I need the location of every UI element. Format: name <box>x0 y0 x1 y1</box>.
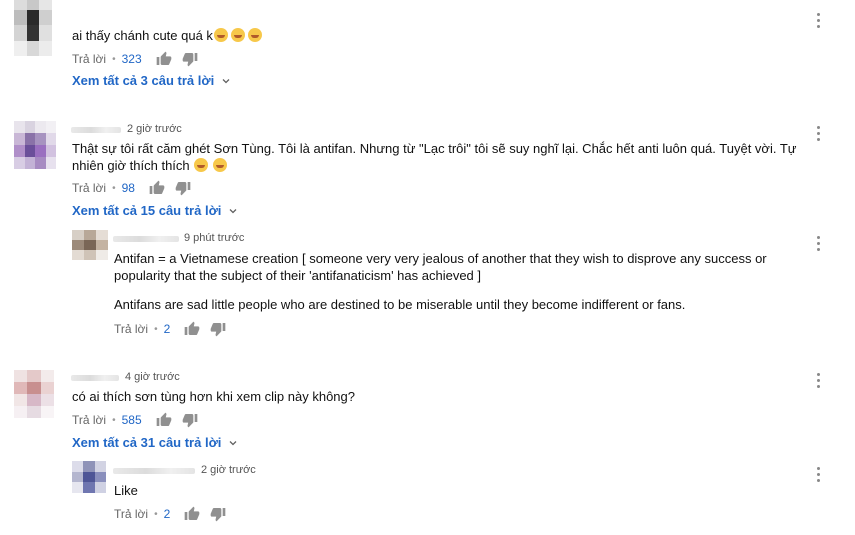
avatar[interactable] <box>14 370 54 418</box>
thumb-up-icon[interactable] <box>184 321 200 337</box>
separator-dot: • <box>112 53 116 65</box>
laughing-emoji-icon <box>230 28 245 42</box>
like-count: 2 <box>163 507 171 521</box>
smile-emoji-icon <box>212 158 227 172</box>
chevron-down-icon <box>227 205 239 217</box>
more-vert-icon[interactable] <box>815 13 821 31</box>
thumb-up-icon[interactable] <box>156 51 172 67</box>
thumb-up-icon[interactable] <box>156 412 172 428</box>
like-count: 98 <box>121 181 135 195</box>
reply-text: Like <box>114 483 138 498</box>
thumb-up-icon[interactable] <box>149 180 165 196</box>
view-replies-label: Xem tất cả 3 câu trả lời <box>72 73 215 88</box>
more-vert-icon[interactable] <box>815 373 821 391</box>
reply-button[interactable]: Trả lời <box>72 413 106 427</box>
avatar[interactable] <box>14 121 56 169</box>
comment-actions: Trả lời • 98 <box>72 180 201 196</box>
separator-dot: • <box>154 323 158 335</box>
reply-actions: Trả lời • 2 <box>114 506 236 522</box>
reply-button[interactable]: Trả lời <box>72 181 106 195</box>
reply-text: Antifan = a Vietnamese creation [ someon… <box>114 251 767 312</box>
view-replies-label: Xem tất cả 15 câu trả lời <box>72 203 222 218</box>
more-vert-icon[interactable] <box>815 467 821 485</box>
author-name-blurred[interactable] <box>71 375 119 381</box>
chevron-down-icon <box>220 75 232 87</box>
separator-dot: • <box>154 508 158 520</box>
thumb-down-icon[interactable] <box>210 506 226 522</box>
comment-text: ai thấy chánh cute quá k <box>72 27 262 44</box>
thumb-down-icon[interactable] <box>210 321 226 337</box>
avatar[interactable] <box>72 461 106 493</box>
comment-text: Thật sự tôi rất căm ghét Sơn Tùng. Tôi l… <box>72 141 797 173</box>
laughing-emoji-icon <box>213 28 228 42</box>
author-name-blurred[interactable] <box>113 236 179 242</box>
thumb-up-icon[interactable] <box>184 506 200 522</box>
reply-button[interactable]: Trả lời <box>72 52 106 66</box>
separator-dot: • <box>112 182 116 194</box>
like-count: 323 <box>121 52 142 66</box>
avatar[interactable] <box>14 0 52 56</box>
like-count: 2 <box>163 322 171 336</box>
thumb-down-icon[interactable] <box>175 180 191 196</box>
view-replies-button[interactable]: Xem tất cả 15 câu trả lời <box>72 203 239 218</box>
reply-timestamp[interactable]: 2 giờ trước <box>201 464 256 476</box>
view-replies-button[interactable]: Xem tất cả 31 câu trả lời <box>72 435 239 450</box>
view-replies-label: Xem tất cả 31 câu trả lời <box>72 435 222 450</box>
comment-actions: Trả lời • 323 <box>72 51 208 67</box>
comment-actions: Trả lời • 585 <box>72 412 208 428</box>
more-vert-icon[interactable] <box>815 236 821 254</box>
chevron-down-icon <box>227 437 239 449</box>
comment-text: có ai thích sơn tùng hơn khi xem clip nà… <box>72 389 355 404</box>
comment-timestamp[interactable]: 2 giờ trước <box>127 123 182 135</box>
avatar[interactable] <box>72 230 108 260</box>
author-name-blurred[interactable] <box>71 127 121 133</box>
view-replies-button[interactable]: Xem tất cả 3 câu trả lời <box>72 73 232 88</box>
more-vert-icon[interactable] <box>815 126 821 144</box>
like-count: 585 <box>121 413 142 427</box>
thumb-down-icon[interactable] <box>182 412 198 428</box>
separator-dot: • <box>112 414 116 426</box>
reply-button[interactable]: Trả lời <box>114 322 148 336</box>
reply-button[interactable]: Trả lời <box>114 507 148 521</box>
smile-emoji-icon <box>194 158 209 172</box>
reply-actions: Trả lời • 2 <box>114 321 236 337</box>
comment-timestamp[interactable]: 4 giờ trước <box>125 371 180 383</box>
author-name-blurred[interactable] <box>113 468 195 474</box>
thumb-down-icon[interactable] <box>182 51 198 67</box>
laughing-emoji-icon <box>247 28 262 42</box>
reply-timestamp[interactable]: 9 phút trước <box>184 232 244 244</box>
